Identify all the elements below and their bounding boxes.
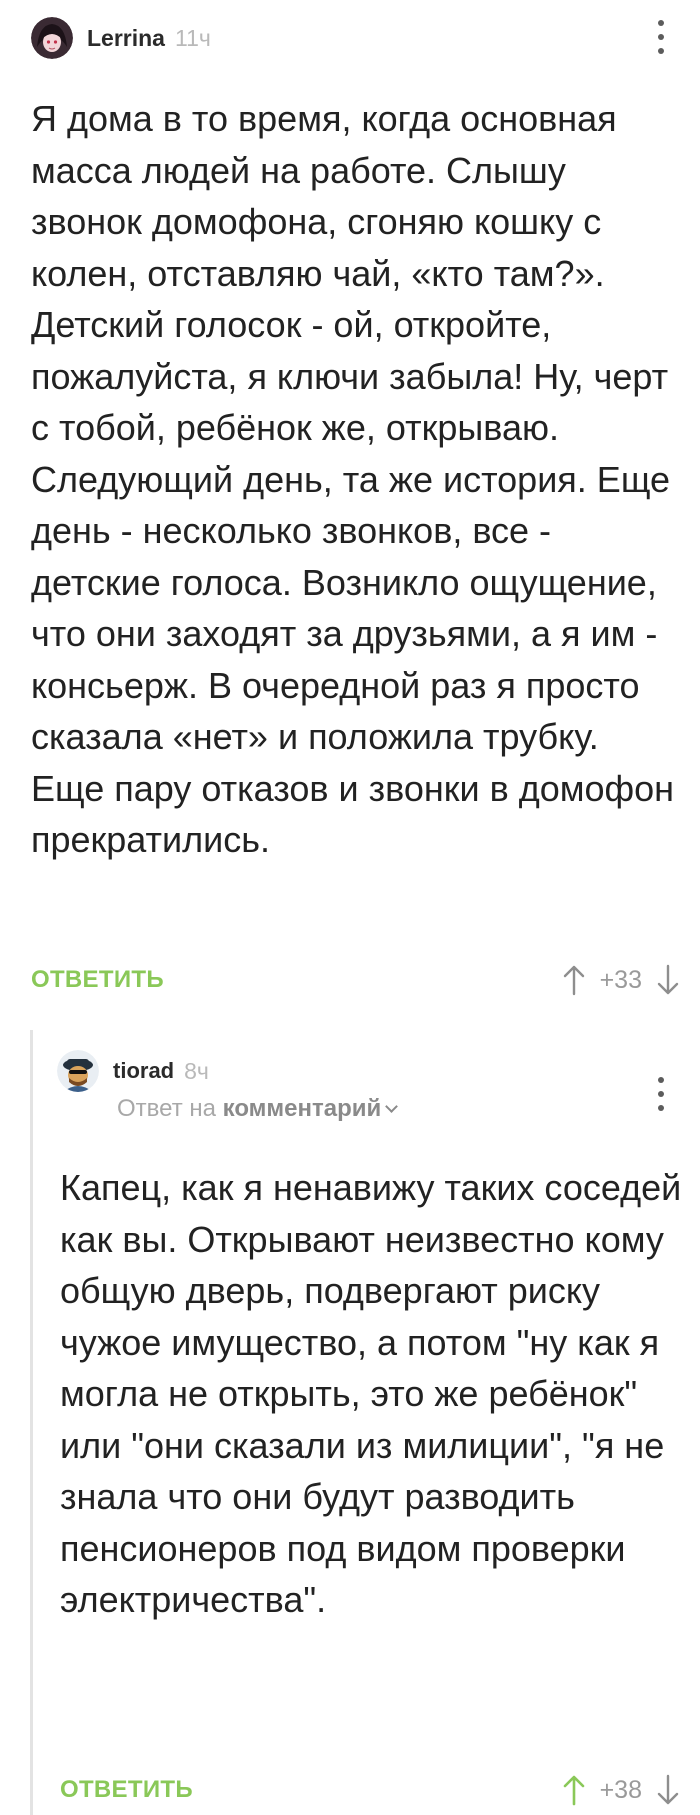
- comment-header: Lerrina 11ч: [31, 15, 211, 61]
- comment-footer: ОТВЕТИТЬ +38: [30, 1770, 700, 1810]
- reply-button[interactable]: ОТВЕТИТЬ: [31, 966, 164, 994]
- arrow-up-icon[interactable]: [560, 1773, 588, 1807]
- more-vertical-icon[interactable]: [656, 1077, 666, 1111]
- rating: +33: [560, 963, 682, 997]
- avatar[interactable]: [31, 17, 73, 59]
- comment-header: tiorad 8ч: [57, 1050, 209, 1092]
- username[interactable]: tiorad: [113, 1058, 174, 1084]
- reply-button[interactable]: ОТВЕТИТЬ: [60, 1776, 193, 1804]
- comment-text: Капец, как я ненавижу таких соседей как …: [60, 1167, 682, 1620]
- reply-reference[interactable]: Ответ на комментарий: [117, 1095, 399, 1123]
- rating: +38: [560, 1773, 682, 1807]
- thread-line: [30, 1030, 33, 1815]
- timestamp: 8ч: [184, 1057, 209, 1084]
- more-vertical-icon[interactable]: [656, 20, 666, 54]
- arrow-up-icon[interactable]: [560, 963, 588, 997]
- arrow-down-icon[interactable]: [654, 963, 682, 997]
- rating-score: +38: [599, 1775, 642, 1804]
- username[interactable]: Lerrina: [87, 25, 165, 52]
- rating-score: +33: [599, 965, 642, 994]
- comment-text: Я дома в то время, когда основная масса …: [31, 98, 675, 860]
- chevron-down-icon[interactable]: [385, 1100, 399, 1113]
- reply-target[interactable]: комментарий: [223, 1095, 382, 1122]
- reply-prefix: Ответ на: [117, 1095, 216, 1122]
- avatar[interactable]: [57, 1050, 99, 1092]
- comment-footer: ОТВЕТИТЬ +33: [0, 960, 700, 1000]
- timestamp: 11ч: [174, 24, 211, 51]
- arrow-down-icon[interactable]: [654, 1773, 682, 1807]
